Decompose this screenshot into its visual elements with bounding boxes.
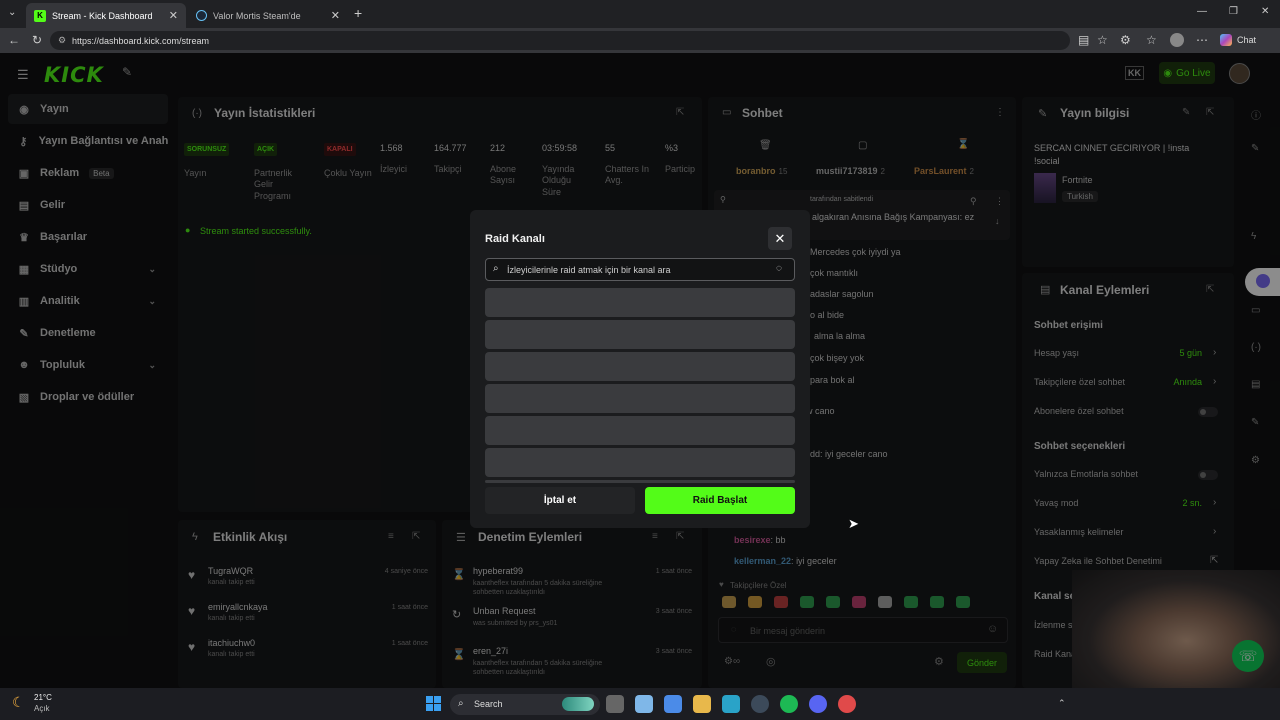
search-highlight-icon: [562, 697, 594, 711]
windows-start-icon[interactable]: [426, 696, 441, 711]
tray-chevron-icon[interactable]: ⌃: [1058, 698, 1066, 709]
back-icon[interactable]: ←: [8, 33, 20, 47]
loading-spinner-icon: ◌: [776, 263, 782, 274]
loading-skeleton-row: [485, 480, 795, 483]
cancel-button[interactable]: İptal et: [485, 487, 635, 514]
close-icon[interactable]: ✕: [768, 227, 792, 250]
weather-moon-icon: ☾: [12, 694, 25, 710]
loading-skeleton-row: [485, 448, 795, 477]
reload-icon[interactable]: ↻: [32, 33, 42, 47]
discord-icon[interactable]: [809, 695, 827, 713]
raid-search-input[interactable]: ⌕ İzleyicilerinle raid atmak için bir ka…: [485, 258, 795, 281]
more-icon[interactable]: ⋯: [1196, 33, 1208, 47]
browser-tab-bar: ⌄ K Stream - Kick Dashboard ✕ Valor Mort…: [0, 0, 1280, 28]
search-icon: ⌕: [493, 263, 499, 274]
taskbar-search-label: Search: [474, 699, 503, 709]
url-field[interactable]: ⚙ https://dashboard.kick.com/stream: [50, 31, 1070, 50]
loading-skeleton-row: [485, 320, 795, 349]
favorite-icon[interactable]: ☆: [1097, 33, 1108, 47]
window-close-icon[interactable]: ✕: [1261, 6, 1269, 17]
spotify-icon[interactable]: [780, 695, 798, 713]
loading-skeleton-row: [485, 288, 795, 317]
loading-skeleton-row: [485, 352, 795, 381]
tab-list-icon[interactable]: ⌄: [8, 7, 16, 18]
close-tab-icon[interactable]: ✕: [169, 9, 178, 22]
weather-text: Açık: [34, 704, 50, 713]
explorer-icon[interactable]: [693, 695, 711, 713]
tab-title: Stream - Kick Dashboard: [52, 10, 153, 21]
reader-icon[interactable]: ▤: [1078, 33, 1089, 47]
loading-skeleton-row: [485, 384, 795, 413]
close-tab-icon[interactable]: ✕: [331, 9, 340, 22]
tab-kick-dashboard[interactable]: K Stream - Kick Dashboard ✕: [26, 3, 186, 28]
search-icon: ⌕: [458, 698, 464, 709]
profile-avatar[interactable]: [1170, 33, 1184, 47]
copilot-icon[interactable]: [1220, 34, 1232, 46]
steam-favicon-icon: [196, 10, 207, 21]
steam-icon[interactable]: [751, 695, 769, 713]
raid-modal: Raid Kanalı ✕ ⌕ İzleyicilerinle raid atm…: [470, 210, 810, 528]
raid-search-placeholder: İzleyicilerinle raid atmak için bir kana…: [507, 265, 671, 275]
address-bar-row: ← ↻ ⚙ https://dashboard.kick.com/stream …: [0, 28, 1280, 53]
tab-steam[interactable]: Valor Mortis Steam'de ✕: [188, 3, 348, 28]
store-icon[interactable]: [664, 695, 682, 713]
site-info-icon[interactable]: ⚙: [58, 35, 66, 46]
maximize-icon[interactable]: ❐: [1229, 6, 1238, 17]
raid-modal-title: Raid Kanalı: [485, 233, 545, 245]
loading-skeleton-row: [485, 416, 795, 445]
new-tab-icon[interactable]: +: [354, 5, 362, 21]
chat-label[interactable]: Chat: [1237, 35, 1256, 45]
minimize-icon[interactable]: —: [1197, 6, 1207, 17]
weather-temp: 21°C: [34, 693, 52, 702]
copilot-icon[interactable]: [635, 695, 653, 713]
edge-icon[interactable]: [722, 695, 740, 713]
extensions-icon[interactable]: ⚙: [1120, 33, 1131, 47]
mouse-cursor-icon: ➤: [848, 516, 859, 531]
start-raid-button[interactable]: Raid Başlat: [645, 487, 795, 514]
task-view-icon[interactable]: [606, 695, 624, 713]
tab-title: Valor Mortis Steam'de: [213, 10, 301, 21]
app-icon[interactable]: [838, 695, 856, 713]
url-text: https://dashboard.kick.com/stream: [72, 35, 210, 46]
kick-favicon-icon: K: [34, 9, 46, 22]
taskbar-search[interactable]: ⌕ Search: [450, 694, 600, 715]
collections-icon[interactable]: ☆: [1146, 33, 1157, 47]
